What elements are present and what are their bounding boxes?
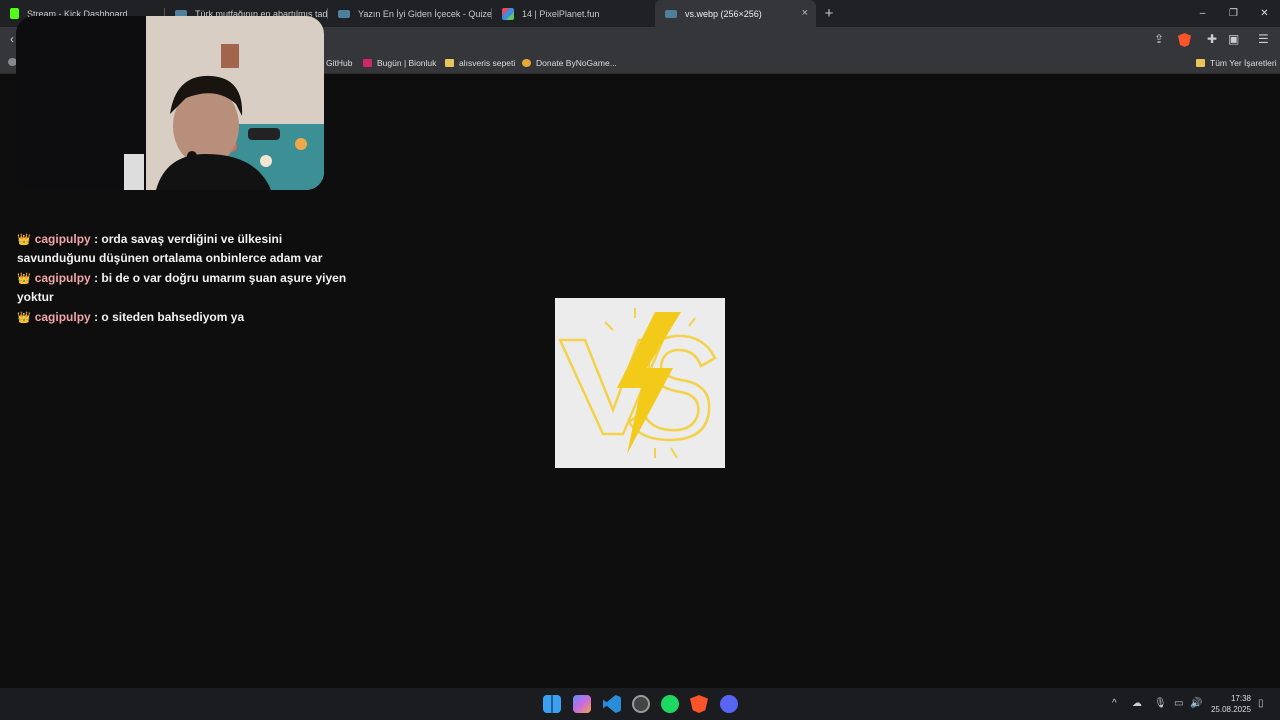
- crown-badge-icon: 👑: [17, 312, 31, 324]
- folder-icon: [445, 59, 454, 67]
- share-icon[interactable]: ⇪: [1154, 32, 1164, 46]
- notifications-icon[interactable]: ▯: [1258, 698, 1264, 709]
- tab-label: vs.webp (256×256): [685, 8, 762, 19]
- system-clock[interactable]: 17:38 25.08.2025: [1211, 693, 1251, 715]
- window-controls: – ❐ ✕: [1187, 0, 1280, 27]
- maximize-button[interactable]: ❐: [1218, 0, 1249, 27]
- sidebar-icon[interactable]: ▣: [1228, 32, 1239, 46]
- network-status-icon[interactable]: ☁: [1132, 698, 1142, 709]
- show-hidden-icons-icon[interactable]: ^: [1112, 698, 1117, 709]
- microphone-icon[interactable]: 🎙: [1154, 698, 1167, 709]
- chat-separator: :: [94, 232, 99, 246]
- chat-separator: :: [94, 271, 99, 285]
- chat-text: o siteden bahsediyom ya: [101, 310, 245, 324]
- vscode-icon[interactable]: [603, 695, 621, 713]
- spotify-icon[interactable]: [661, 695, 679, 713]
- chat-username: cagipulpy: [34, 271, 91, 285]
- extensions-icon[interactable]: ✚: [1207, 32, 1217, 46]
- tab-close-icon[interactable]: ×: [802, 7, 808, 19]
- bookmark-github[interactable]: GitHub: [326, 58, 352, 68]
- menu-icon[interactable]: ☰: [1258, 32, 1269, 46]
- webcam-overlay: [16, 16, 324, 190]
- tab-label: Yazın En İyi Giden İçecek - Quizei: [358, 8, 492, 19]
- windows-taskbar: ^ ☁ 🎙 ▭ 🔊 17:38 25.08.2025 ▯: [0, 688, 1280, 720]
- display-icon[interactable]: ▭: [1174, 698, 1183, 709]
- new-tab-button[interactable]: +: [816, 5, 842, 22]
- windows-start-icon[interactable]: [543, 695, 561, 713]
- chat-separator: :: [94, 310, 99, 324]
- brave-browser-icon[interactable]: [690, 695, 708, 713]
- clock-time: 17:38: [1230, 694, 1251, 703]
- vs-image: [555, 298, 725, 468]
- clock-date: 25.08.2025: [1210, 705, 1251, 714]
- copilot-icon[interactable]: [573, 695, 591, 713]
- minimize-button[interactable]: –: [1187, 0, 1218, 27]
- image-favicon-icon: [665, 9, 677, 18]
- close-window-button[interactable]: ✕: [1249, 0, 1280, 27]
- chat-message: 👑 cagipulpy : orda savaş verdiğini ve ülk…: [17, 230, 347, 267]
- pixelplanet-favicon-icon: [502, 7, 514, 20]
- crown-badge-icon: 👑: [17, 234, 31, 246]
- crown-badge-icon: 👑: [17, 273, 31, 285]
- bookmark-all[interactable]: Tüm Yer İşaretleri: [1196, 58, 1277, 68]
- back-icon[interactable]: ‹: [10, 32, 14, 46]
- folder-icon: [1196, 59, 1205, 67]
- discord-icon[interactable]: [720, 695, 738, 713]
- bynogame-icon: [522, 59, 531, 67]
- tab-label: 14 | PixelPlanet.fun: [522, 8, 600, 19]
- chat-username: cagipulpy: [34, 232, 91, 246]
- tab-vs-webp[interactable]: vs.webp (256×256) ×: [655, 0, 816, 27]
- obs-icon[interactable]: [632, 695, 650, 713]
- tab-quizei[interactable]: Yazın En İyi Giden İçecek - Quizei: [328, 0, 492, 27]
- volume-icon[interactable]: 🔊: [1190, 698, 1202, 709]
- chat-username: cagipulpy: [34, 310, 91, 324]
- chat-message: 👑 cagipulpy : o siteden bahsediyom ya: [17, 308, 347, 327]
- bookmark-bynogame[interactable]: Donate ByNoGame...: [522, 58, 617, 68]
- tab-pixelplanet[interactable]: 14 | PixelPlanet.fun: [492, 0, 655, 27]
- chat-overlay: 👑 cagipulpy : orda savaş verdiğini ve ülk…: [17, 230, 347, 329]
- bionluk-icon: [363, 59, 372, 67]
- kick-logo-icon: [10, 8, 19, 19]
- brave-shield-icon[interactable]: [1178, 33, 1191, 47]
- quiz-favicon-icon: [338, 9, 350, 18]
- bookmark-bionluk[interactable]: Bugün | Bionluk: [363, 58, 436, 68]
- vs-lightning-logo: [558, 308, 717, 459]
- webcam-feed-illustration: [16, 16, 324, 190]
- chat-message: 👑 cagipulpy : bi de o var doğru umarım şu…: [17, 269, 347, 306]
- bookmark-alisveris[interactable]: alısveris sepeti: [445, 58, 515, 68]
